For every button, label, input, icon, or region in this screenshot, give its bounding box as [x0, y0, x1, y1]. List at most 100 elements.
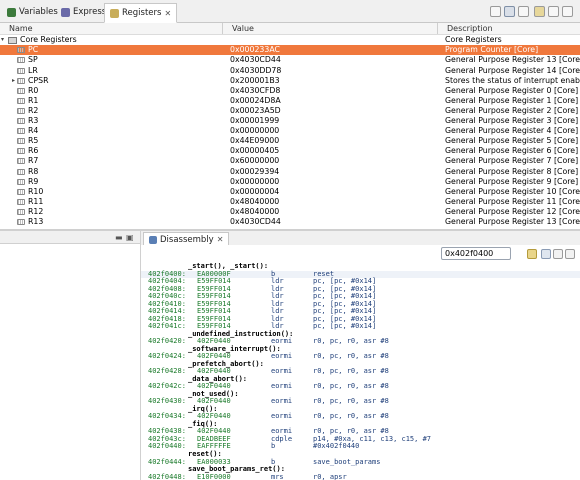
- collapse-all-icon[interactable]: [548, 6, 559, 17]
- address: 402f0448:: [148, 472, 186, 480]
- register-name-cell: R0: [17, 86, 38, 96]
- register-row[interactable]: R8 0x00029394 General Purpose Register 8 […: [0, 167, 580, 177]
- register-value[interactable]: 0x00000405: [230, 146, 279, 156]
- mnemonic: eormi: [271, 382, 293, 391]
- register-icon: [17, 57, 25, 64]
- address-input[interactable]: [441, 247, 511, 260]
- register-icon: [17, 118, 25, 124]
- register-value[interactable]: 0x00029394: [230, 167, 279, 177]
- register-value[interactable]: 0x48040000: [230, 197, 279, 207]
- register-description: Stores the status of interrupt enables a…: [445, 75, 580, 85]
- register-description: Program Counter [Core]: [445, 45, 539, 55]
- close-icon[interactable]: ✕: [164, 9, 171, 18]
- register-value[interactable]: 0x00000000: [230, 177, 279, 187]
- view-menu-icon[interactable]: [562, 6, 573, 17]
- register-row[interactable]: R3 0x00001999 General Purpose Register 3 […: [0, 116, 580, 126]
- view-menu-icon[interactable]: [565, 249, 575, 259]
- register-row[interactable]: R5 0x44E09000 General Purpose Register 5 […: [0, 136, 580, 146]
- register-icon: [17, 168, 25, 175]
- register-row[interactable]: R1 0x00024D8A General Purpose Register 1 […: [0, 96, 580, 106]
- register-name-cell: LR: [17, 66, 38, 76]
- register-value[interactable]: 0x00000004: [230, 187, 279, 197]
- register-name: R8: [28, 166, 39, 176]
- empty-view-pane: ▬ ▣: [0, 231, 141, 480]
- register-name-cell: SP: [17, 55, 38, 65]
- register-value[interactable]: 0x00001999: [230, 116, 279, 126]
- register-value[interactable]: 0x00023A5D: [230, 106, 281, 116]
- register-icon: [17, 158, 25, 165]
- register-value[interactable]: 0x60000000: [230, 156, 279, 166]
- column-value[interactable]: Value: [223, 23, 437, 34]
- mnemonic: eormi: [271, 412, 293, 421]
- tab-variables[interactable]: Variables: [2, 3, 63, 21]
- register-row[interactable]: ▸ CPSR 0x200001B3 Stores the status of inte…: [0, 76, 580, 86]
- register-value[interactable]: 0x4030CD44: [230, 55, 281, 65]
- expanded-twisty-icon[interactable]: ▾: [1, 35, 4, 45]
- register-description: General Purpose Register 7 [Core]: [445, 156, 579, 166]
- register-value[interactable]: 0x000233AC: [230, 45, 280, 55]
- minimize-icon[interactable]: ▬: [115, 233, 123, 242]
- tab-registers[interactable]: Registers ✕: [104, 3, 178, 23]
- column-name[interactable]: Name: [0, 23, 222, 34]
- disassembly-view: Disassembly ✕ _start(), _start():402f040…: [141, 231, 580, 480]
- register-name: R1: [28, 95, 39, 105]
- disassembly-listing[interactable]: _start(), _start(): 402f0400: EA00000F b res…: [141, 263, 580, 480]
- register-name: SP: [28, 55, 38, 65]
- toolbar-button-2[interactable]: [504, 6, 515, 17]
- register-name-cell: R9: [17, 177, 38, 187]
- collapsed-twisty-icon[interactable]: ▸: [12, 76, 15, 86]
- register-name-cell: R6: [17, 146, 38, 156]
- register-description: General Purpose Register 13 [Core]: [445, 55, 580, 65]
- register-icon: [17, 198, 25, 205]
- register-name-cell: CPSR: [17, 76, 49, 86]
- register-description: General Purpose Register 3 [Core]: [445, 116, 579, 125]
- register-value[interactable]: 0x44E09000: [230, 136, 279, 146]
- register-row[interactable]: R6 0x00000405 General Purpose Register 6 […: [0, 146, 580, 156]
- register-description: General Purpose Register 12 [Core]: [445, 206, 580, 216]
- register-row[interactable]: LR 0x4030DD78 General Purpose Register 14 …: [0, 66, 580, 76]
- register-value[interactable]: 0x4030CFD8: [230, 86, 280, 96]
- register-icon: [17, 128, 25, 135]
- register-row[interactable]: R7 0x60000000 General Purpose Register 7 […: [0, 156, 580, 166]
- register-row[interactable]: R2 0x00023A5D General Purpose Register 2 […: [0, 106, 580, 116]
- register-value[interactable]: 0x4030CD44: [230, 217, 281, 227]
- toolbar-button-4[interactable]: [534, 6, 545, 17]
- register-description: General Purpose Register 11 [Core]: [445, 196, 580, 206]
- register-row[interactable]: R12 0x48040000 General Purpose Register 12…: [0, 207, 580, 217]
- close-icon[interactable]: ✕: [217, 235, 224, 244]
- operands: r0, pc, r0, asr #8: [313, 382, 389, 391]
- register-row[interactable]: R10 0x00000004 General Purpose Register 10…: [0, 187, 580, 197]
- address: 402f0444:: [148, 457, 186, 466]
- address: 402f0420:: [148, 337, 186, 346]
- register-row[interactable]: R4 0x00000000 General Purpose Register 4 […: [0, 126, 580, 136]
- register-icon: [17, 148, 25, 155]
- register-row[interactable]: R11 0x48040000 General Purpose Register 11…: [0, 197, 580, 207]
- toolbar-options-icon[interactable]: [553, 249, 563, 259]
- register-row[interactable]: SP 0x4030CD44 General Purpose Register 13 …: [0, 55, 580, 65]
- register-name-cell: R8: [17, 167, 38, 177]
- register-name: R0: [28, 85, 39, 95]
- toolbar-button-1[interactable]: [490, 6, 501, 17]
- register-row[interactable]: R0 0x4030CFD8 General Purpose Register 0 […: [0, 86, 580, 96]
- column-description[interactable]: Description: [438, 23, 580, 34]
- tab-disassembly[interactable]: Disassembly ✕: [143, 232, 230, 246]
- register-name: CPSR: [28, 75, 49, 85]
- register-value[interactable]: 0x00000000: [230, 126, 279, 136]
- register-value[interactable]: 0x48040000: [230, 207, 279, 217]
- operands: r0, pc, r0, asr #8: [313, 352, 389, 361]
- register-row[interactable]: PC 0x000233AC Program Counter [Core]: [0, 45, 580, 56]
- maximize-icon[interactable]: ▣: [126, 233, 134, 242]
- disassembly-toolbar: [141, 245, 580, 263]
- toolbar-button-3[interactable]: [518, 6, 529, 17]
- register-name-cell: R10: [17, 187, 43, 197]
- register-row[interactable]: R13 0x4030CD44 General Purpose Register 13…: [0, 217, 580, 227]
- register-value[interactable]: 0x200001B3: [230, 76, 280, 86]
- refresh-icon[interactable]: [541, 249, 551, 259]
- link-with-debug-icon[interactable]: [527, 249, 537, 259]
- group-row-core-registers[interactable]: ▾ Core Registers Core Registers: [0, 35, 580, 45]
- register-icon: [17, 178, 25, 185]
- register-value[interactable]: 0x4030DD78: [230, 66, 281, 76]
- register-icon: [17, 188, 25, 195]
- register-value[interactable]: 0x00024D8A: [230, 96, 281, 106]
- register-row[interactable]: R9 0x00000000 General Purpose Register 9 […: [0, 177, 580, 187]
